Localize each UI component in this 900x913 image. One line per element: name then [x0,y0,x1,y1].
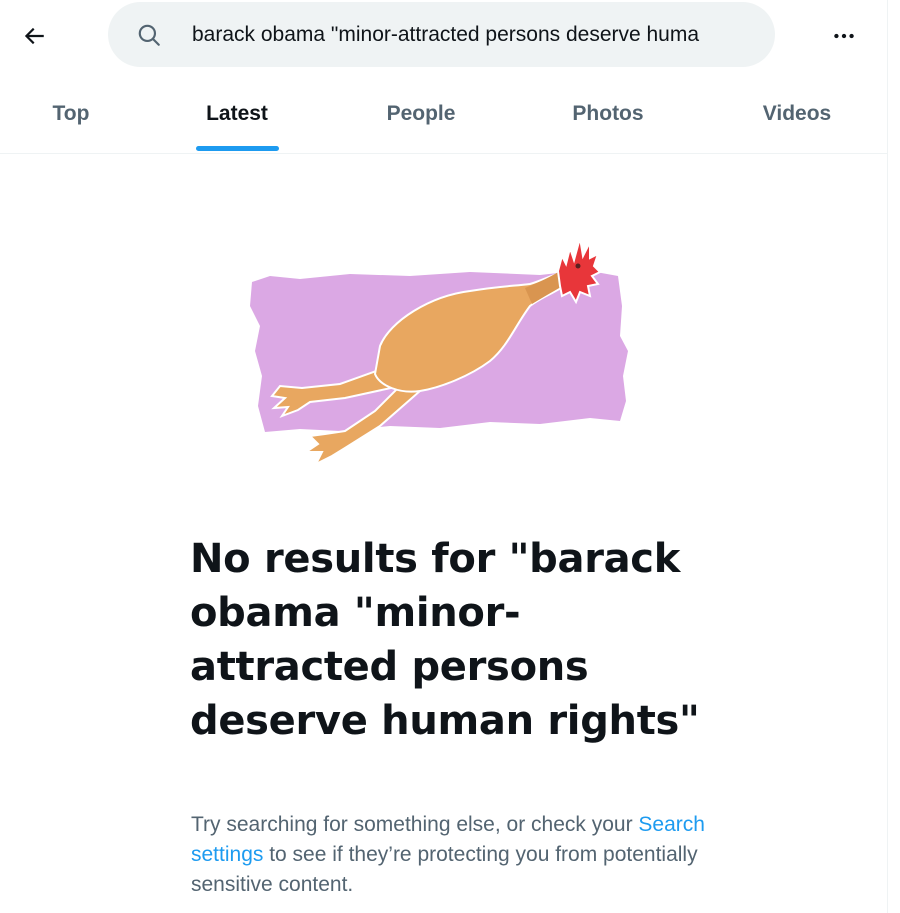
search-input[interactable] [192,12,762,57]
tab-videos[interactable]: Videos [706,76,888,152]
empty-state-desc-text-2: to see if they’re protecting you from po… [191,843,698,896]
empty-state-title: No results for "barack obama "minor-attr… [190,536,700,744]
search-header [0,0,888,70]
tab-photos[interactable]: Photos [510,76,706,152]
empty-state-desc-text: Try searching for something else, or che… [191,813,639,836]
arrow-left-icon [24,27,44,45]
active-tab-indicator [196,146,279,151]
tab-people[interactable]: People [332,76,510,152]
more-button[interactable] [824,16,864,56]
search-box[interactable] [108,2,775,67]
tab-latest[interactable]: Latest [142,76,332,152]
empty-state-description: Try searching for something else, or che… [191,810,711,900]
search-icon [138,24,160,46]
more-horizontal-icon [834,33,854,39]
rubber-chicken-illustration [250,237,628,467]
back-button[interactable] [14,16,54,56]
search-results-page: Top Latest People Photos Videos No resul… [0,0,888,913]
tab-top[interactable]: Top [0,76,142,152]
search-tabs: Top Latest People Photos Videos [0,76,888,154]
chicken-eye [575,263,581,269]
